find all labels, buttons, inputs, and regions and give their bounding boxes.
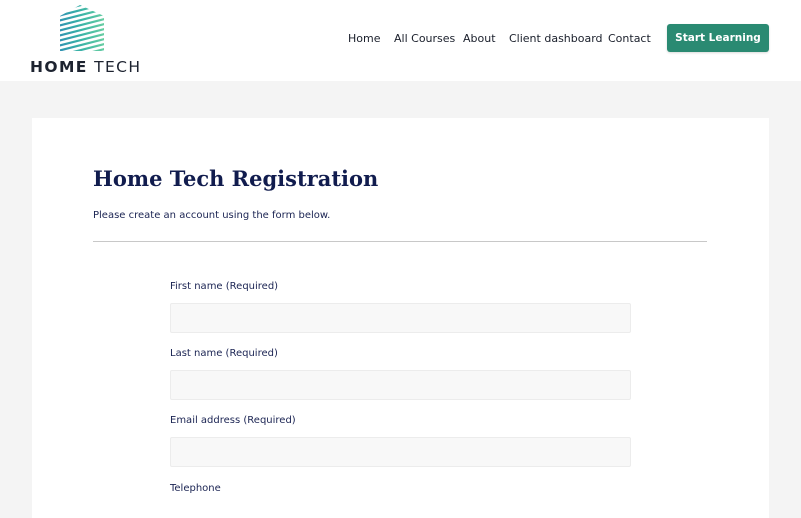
logo-wordmark: HOME TECH	[30, 58, 141, 76]
nav-item-all-courses[interactable]: All Courses	[394, 32, 455, 45]
first-name-field[interactable]	[170, 303, 631, 333]
first-name-label: First name (Required)	[170, 281, 279, 292]
divider	[93, 241, 707, 242]
telephone-label: Telephone	[170, 483, 221, 494]
email-label: Email address (Required)	[170, 415, 296, 426]
registration-card: Home Tech Registration Please create an …	[32, 118, 769, 518]
last-name-field[interactable]	[170, 370, 631, 400]
logo-word-tech: TECH	[87, 58, 142, 76]
start-learning-button[interactable]: Start Learning	[667, 24, 769, 52]
page-subtitle: Please create an account using the form …	[93, 210, 331, 221]
nav-item-contact[interactable]: Contact	[608, 32, 651, 45]
last-name-label: Last name (Required)	[170, 348, 278, 359]
page-title: Home Tech Registration	[93, 166, 379, 191]
logo-word-home: HOME	[30, 58, 88, 76]
nav-item-about[interactable]: About	[463, 32, 496, 45]
nav-item-client-dashboard[interactable]: Client dashboard	[509, 32, 603, 45]
nav-item-home[interactable]: Home	[348, 32, 380, 45]
email-field[interactable]	[170, 437, 631, 467]
site-header: HOME TECH Home All Courses About Client …	[0, 0, 801, 81]
